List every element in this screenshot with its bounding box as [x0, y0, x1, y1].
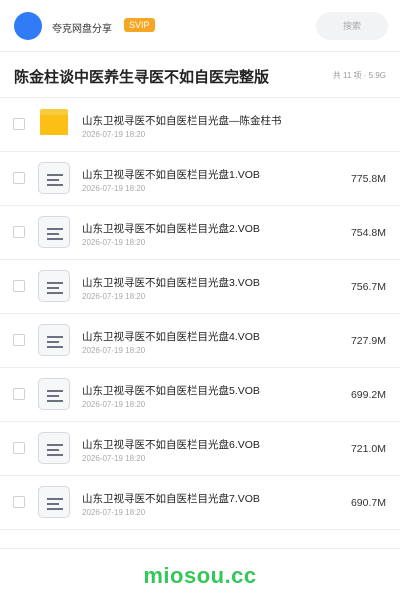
file-row[interactable]: 山东卫视寻医不如自医栏目光盘7.VOB 2026-07-19 18:20 690…	[0, 476, 400, 530]
file-name: 山东卫视寻医不如自医栏目光盘5.VOB	[82, 385, 260, 397]
file-name: 山东卫视寻医不如自医栏目光盘7.VOB	[82, 493, 260, 505]
avatar[interactable]	[14, 12, 42, 40]
video-file-icon	[38, 270, 70, 302]
file-date: 2026-07-19 18:20	[82, 130, 146, 139]
file-size: 721.0M	[350, 443, 386, 455]
file-name: 山东卫视寻医不如自医栏目光盘6.VOB	[82, 439, 260, 451]
page-title: 陈金柱谈中医养生寻医不如自医完整版	[14, 69, 270, 86]
select-checkbox[interactable]	[13, 388, 25, 400]
select-checkbox[interactable]	[13, 226, 25, 238]
video-file-icon	[38, 432, 70, 464]
file-size: 690.7M	[350, 497, 386, 509]
file-row[interactable]: 山东卫视寻医不如自医栏目光盘4.VOB 2026-07-19 18:20 727…	[0, 314, 400, 368]
file-size: 727.9M	[350, 335, 386, 347]
share-summary: 共 11 项 · 5.9G	[332, 71, 386, 80]
file-date: 2026-07-19 18:20	[82, 400, 146, 409]
video-file-icon	[38, 324, 70, 356]
video-file-icon	[38, 162, 70, 194]
file-list: 山东卫视寻医不如自医栏目光盘—陈金柱书 2026-07-19 18:20 山东卫…	[0, 98, 400, 530]
select-checkbox[interactable]	[13, 118, 25, 130]
file-row[interactable]: 山东卫视寻医不如自医栏目光盘3.VOB 2026-07-19 18:20 756…	[0, 260, 400, 314]
select-checkbox[interactable]	[13, 496, 25, 508]
video-file-icon	[38, 486, 70, 518]
file-date: 2026-07-19 18:20	[82, 454, 146, 463]
file-row[interactable]: 山东卫视寻医不如自医栏目光盘—陈金柱书 2026-07-19 18:20	[0, 98, 400, 152]
file-row[interactable]: 山东卫视寻医不如自医栏目光盘6.VOB 2026-07-19 18:20 721…	[0, 422, 400, 476]
file-date: 2026-07-19 18:20	[82, 346, 146, 355]
file-name: 山东卫视寻医不如自医栏目光盘4.VOB	[82, 331, 260, 343]
file-size: 775.8M	[350, 173, 386, 185]
app-header: 夸克网盘分享 SVIP	[0, 0, 400, 52]
select-checkbox[interactable]	[13, 280, 25, 292]
site-watermark: miosou.cc	[143, 563, 257, 588]
svip-badge: SVIP	[124, 18, 155, 32]
file-row[interactable]: 山东卫视寻医不如自医栏目光盘1.VOB 2026-07-19 18:20 775…	[0, 152, 400, 206]
footer: miosou.cc	[0, 548, 400, 600]
file-row[interactable]: 山东卫视寻医不如自医栏目光盘5.VOB 2026-07-19 18:20 699…	[0, 368, 400, 422]
select-checkbox[interactable]	[13, 334, 25, 346]
file-date: 2026-07-19 18:20	[82, 184, 146, 193]
file-size: 754.8M	[350, 227, 386, 239]
file-row[interactable]: 山东卫视寻医不如自医栏目光盘2.VOB 2026-07-19 18:20 754…	[0, 206, 400, 260]
search-input[interactable]	[316, 12, 388, 40]
file-name: 山东卫视寻医不如自医栏目光盘—陈金柱书	[82, 115, 282, 127]
video-file-icon	[38, 216, 70, 248]
folder-icon	[40, 109, 68, 135]
file-size: 756.7M	[350, 281, 386, 293]
file-size: 699.2M	[350, 389, 386, 401]
share-title-bar: 陈金柱谈中医养生寻医不如自医完整版 共 11 项 · 5.9G	[0, 52, 400, 98]
file-name: 山东卫视寻医不如自医栏目光盘2.VOB	[82, 223, 260, 235]
file-name: 山东卫视寻医不如自医栏目光盘3.VOB	[82, 277, 260, 289]
sharer-name: 夸克网盘分享	[52, 24, 112, 35]
video-file-icon	[38, 378, 70, 410]
file-name: 山东卫视寻医不如自医栏目光盘1.VOB	[82, 169, 260, 181]
select-checkbox[interactable]	[13, 442, 25, 454]
file-date: 2026-07-19 18:20	[82, 238, 146, 247]
file-date: 2026-07-19 18:20	[82, 508, 146, 517]
file-date: 2026-07-19 18:20	[82, 292, 146, 301]
select-checkbox[interactable]	[13, 172, 25, 184]
